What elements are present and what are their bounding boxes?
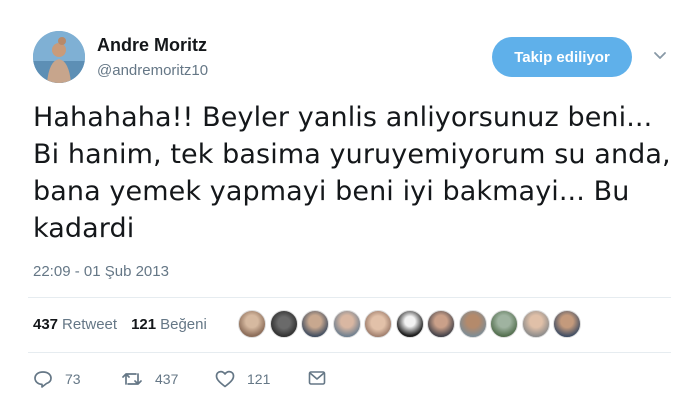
like-button[interactable]: 121 (215, 370, 270, 388)
retweet-icon (122, 373, 142, 385)
author-name[interactable]: Andre Moritz (97, 35, 207, 56)
tweet-timestamp[interactable]: 22:09 - 01 Şub 2013 (33, 263, 169, 280)
retweet-stat-count: 437 (33, 316, 59, 333)
liker-avatar[interactable] (427, 310, 455, 338)
reply-icon (34, 371, 52, 388)
liker-avatar[interactable] (395, 310, 424, 338)
retweet-stat-label: Retweet (62, 316, 118, 333)
tweet-stats: 437 Retweet 121 Beğeni (33, 316, 207, 333)
divider (28, 352, 671, 353)
divider (28, 297, 671, 298)
liker-avatar[interactable] (490, 310, 518, 338)
liker-avatar[interactable] (269, 310, 298, 338)
retweet-count: 437 (155, 371, 179, 387)
retweet-button[interactable]: 437 (121, 370, 178, 388)
tweet-actions: 73 437 121 (33, 370, 333, 392)
avatar[interactable] (33, 31, 85, 83)
liker-avatar[interactable] (458, 310, 487, 338)
liker-avatar[interactable] (553, 310, 581, 338)
heart-icon (215, 370, 235, 388)
envelope-icon (308, 371, 326, 385)
reply-count: 73 (65, 371, 81, 387)
like-stat-label: Beğeni (160, 316, 207, 333)
liker-avatar[interactable] (364, 310, 392, 338)
liker-avatars (238, 310, 585, 338)
retweet-stats[interactable]: 437 Retweet (33, 316, 117, 333)
following-button[interactable]: Takip ediliyor (492, 37, 632, 77)
like-stat-count: 121 (131, 316, 157, 333)
author-handle[interactable]: @andremoritz10 (97, 62, 208, 79)
reply-button[interactable]: 73 (33, 370, 81, 388)
like-count: 121 (247, 371, 271, 387)
liker-avatar[interactable] (521, 310, 550, 338)
liker-avatar[interactable] (332, 310, 361, 338)
liker-avatar[interactable] (238, 310, 266, 338)
direct-message-button[interactable] (308, 370, 338, 386)
liker-avatar[interactable] (301, 310, 329, 338)
like-stats[interactable]: 121 Beğeni (131, 316, 207, 333)
tweet-text: Hahahaha!! Beyler yanlis anliyorsunuz be… (33, 102, 671, 244)
chevron-down-icon[interactable] (652, 48, 668, 64)
